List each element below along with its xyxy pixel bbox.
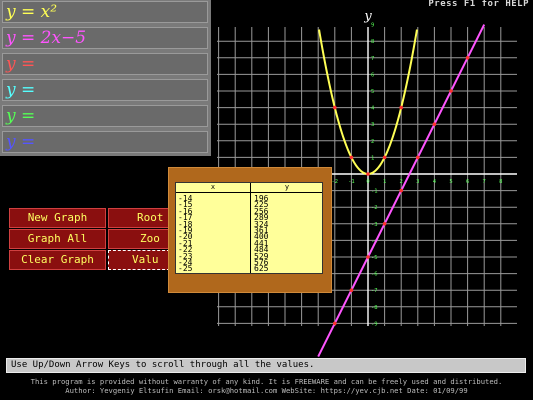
table-cell-x: -25 <box>178 264 193 274</box>
line-point <box>432 122 437 126</box>
column-divider <box>250 183 251 273</box>
y-tick-label: 4 <box>371 106 375 112</box>
x-tick-label: 1 <box>383 179 386 185</box>
equation-row-4[interactable]: y = <box>2 79 208 101</box>
parabola-point <box>399 105 404 110</box>
x-tick-label: 6 <box>466 179 469 185</box>
line-point <box>366 255 370 259</box>
y-tick-label: -7 <box>371 288 378 294</box>
values-table[interactable]: x y -14 196 -15 225 -16 256 -17 289 -18 324 -19 361… <box>175 182 323 274</box>
y-tick-label: 7 <box>371 56 374 62</box>
zoom-button[interactable]: Zoo <box>108 229 170 249</box>
roots-button[interactable]: Root <box>108 208 170 228</box>
equation-row-5[interactable]: y = <box>2 105 208 127</box>
values-button[interactable]: Valu <box>108 250 170 270</box>
x-tick-label: 8 <box>499 179 502 185</box>
footer-author: Author: Yevgeniy Eltsufin Email: orsk@ho… <box>65 386 468 395</box>
equation-text: y = <box>6 54 36 74</box>
equation-row-6[interactable]: y = <box>2 131 208 153</box>
line-point <box>382 222 387 226</box>
y-tick-label: -6 <box>371 272 378 278</box>
equation-text: y = <box>6 80 36 100</box>
y-tick-label: -5 <box>371 255 378 261</box>
y-tick-label: -3 <box>371 222 378 228</box>
clear-graph-button[interactable]: Clear Graph <box>9 250 106 270</box>
y-tick-label: -9 <box>371 321 378 327</box>
line-point <box>416 155 420 160</box>
parabola-point <box>382 155 387 160</box>
y-axis-label: y <box>363 9 372 24</box>
line-point <box>465 56 470 60</box>
y-tick-label: -2 <box>371 205 378 211</box>
x-tick-label: 7 <box>483 179 486 185</box>
line-point <box>333 321 337 326</box>
parabola-point <box>333 105 337 110</box>
x-tick-label: 5 <box>449 179 452 185</box>
column-header-y: y <box>284 183 290 191</box>
x-tick-label: 2 <box>400 179 403 185</box>
column-header-x: x <box>210 183 216 191</box>
graph-all-button[interactable]: Graph All <box>9 229 106 249</box>
equation-text: y = x² <box>6 2 58 22</box>
line-point <box>399 188 404 193</box>
equation-row-3[interactable]: y = <box>2 53 208 75</box>
equation-panel: y = x² y = 2x−5 y = y = y = y = <box>0 0 211 156</box>
equation-text: y = <box>6 132 36 152</box>
help-hint: Press F1 for HELP <box>428 0 529 9</box>
x-tick-label: 3 <box>416 179 419 185</box>
equation-text: y = <box>6 106 36 126</box>
y-tick-label: 3 <box>371 122 374 128</box>
status-bar: Use Up/Down Arrow Keys to scroll through… <box>6 358 526 373</box>
y-tick-label: 1 <box>371 155 374 161</box>
y-tick-label: -8 <box>371 305 378 311</box>
graph-tick-labels: -2 -1 0 1 2 3 4 5 6 7 8987654321-1-2-3-4-5-6-7-8-9 <box>331 23 502 328</box>
line-point <box>349 288 354 293</box>
y-tick-label: 6 <box>371 72 374 78</box>
line-point <box>449 89 453 93</box>
table-cell-y: 625 <box>254 264 269 274</box>
y-tick-label: -1 <box>371 189 378 195</box>
x-tick-label: -1 <box>348 179 355 185</box>
equation-text: y = 2x−5 <box>6 28 87 48</box>
equation-row-2[interactable]: y = 2x−5 <box>2 27 208 49</box>
footer-disclaimer: This program is provided without warrant… <box>30 377 503 386</box>
x-tick-label: -2 <box>331 179 338 185</box>
x-tick-label: 0 <box>366 179 369 185</box>
values-table-window: x y -14 196 -15 225 -16 256 -17 289 -18 324 -19 361… <box>168 167 332 293</box>
parabola-point <box>366 172 370 176</box>
parabola-point <box>349 155 354 160</box>
equation-row-1[interactable]: y = x² <box>2 1 208 23</box>
y-tick-label: 2 <box>371 139 374 145</box>
header-divider <box>176 192 322 193</box>
y-tick-label: 8 <box>371 39 374 45</box>
y-tick-label: 5 <box>371 89 374 95</box>
x-tick-label: 4 <box>433 179 437 185</box>
new-graph-button[interactable]: New Graph <box>9 208 106 228</box>
